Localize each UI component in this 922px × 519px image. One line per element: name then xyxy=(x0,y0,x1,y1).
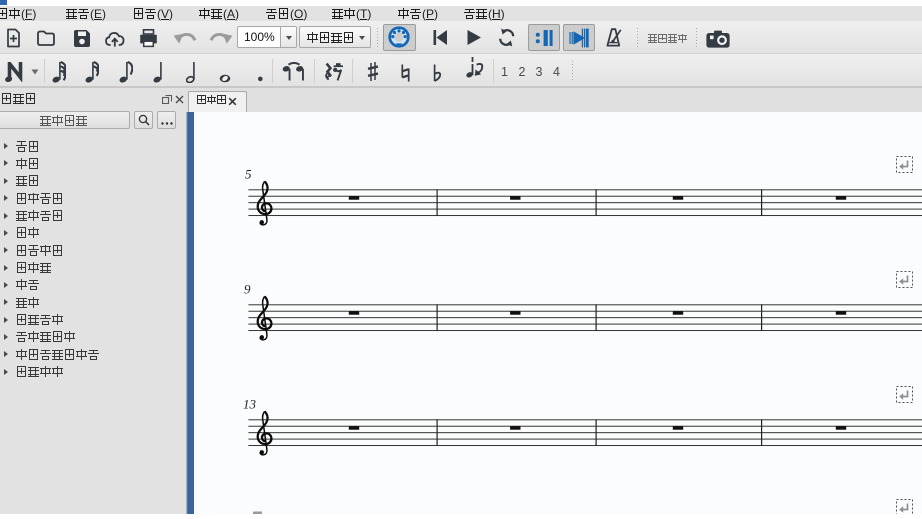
svg-text:9: 9 xyxy=(244,281,251,296)
svg-text:13: 13 xyxy=(243,396,257,411)
svg-text:5: 5 xyxy=(245,166,252,181)
